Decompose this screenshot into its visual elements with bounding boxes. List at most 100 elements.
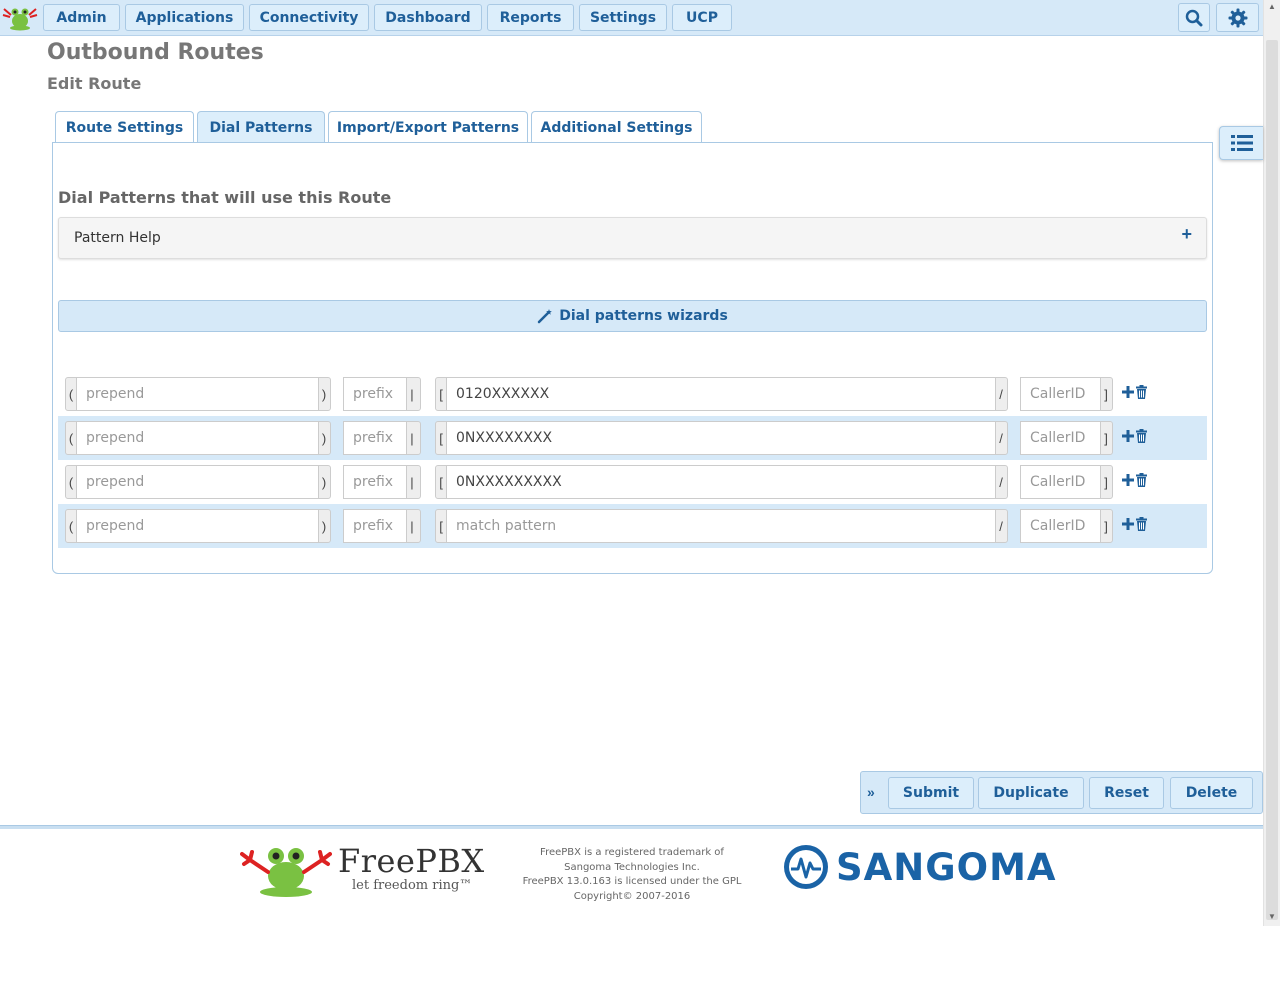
match-pattern-input[interactable] [446,377,996,411]
open-paren: ( [68,518,74,534]
nav-applications[interactable]: Applications [125,4,244,31]
scroll-up-arrow-icon[interactable]: ▲ [1268,2,1276,11]
prepend-input[interactable] [76,509,319,543]
callerid-input[interactable] [1020,509,1101,543]
callerid-group: ] [1020,465,1113,499]
freepbx-frog-logo-icon[interactable] [2,3,38,31]
callerid-input[interactable] [1020,465,1101,499]
prefix-input[interactable] [343,509,407,543]
add-row-plus-icon[interactable] [1122,429,1134,443]
nav-reports[interactable]: Reports [487,4,574,31]
match-pattern-group: [ / [435,509,1008,543]
freepbx-logo[interactable]: FreePBX let freedom ring™ [240,842,484,898]
open-paren: ( [68,474,74,490]
match-pattern-input[interactable] [446,465,996,499]
pattern-row: ( ) | [ / ] [58,416,1207,460]
vertical-scrollbar[interactable]: ▲ ▼ [1263,0,1280,926]
prepend-group: ( ) [65,377,331,411]
close-bracket: ] [1104,518,1108,534]
close-bracket: ] [1104,386,1108,402]
settings-button[interactable] [1216,3,1259,32]
footer-line-3: FreePBX 13.0.163 is licensed under the G… [522,876,742,887]
slash-separator: / [999,518,1003,534]
wizard-label: Dial patterns wizards [559,308,728,324]
expand-plus-icon[interactable]: + [1181,224,1192,245]
pattern-help-box[interactable]: Pattern Help + [58,217,1207,259]
add-row-plus-icon[interactable] [1122,385,1134,399]
freepbx-frog-icon [240,848,332,897]
freepbx-tagline: let freedom ring™ [352,878,473,893]
scroll-thumb[interactable] [1266,40,1278,920]
add-row-plus-icon[interactable] [1122,473,1134,487]
pipe-separator: | [410,518,414,534]
prepend-input[interactable] [76,465,319,499]
footer-legal-text: FreePBX is a registered trademark of San… [520,846,744,904]
prefix-input[interactable] [343,465,407,499]
prefix-group: | [343,377,421,411]
prefix-input[interactable] [343,377,407,411]
delete-row-trash-icon[interactable] [1136,385,1147,399]
reset-button[interactable]: Reset [1089,777,1164,809]
delete-row-trash-icon[interactable] [1136,429,1147,443]
footer-line-2: Sangoma Technologies Inc. [564,861,700,873]
open-bracket: [ [439,474,443,490]
nav-connectivity[interactable]: Connectivity [249,4,369,31]
row-actions [1122,385,1147,399]
nav-admin[interactable]: Admin [43,4,120,31]
submit-button[interactable]: Submit [888,777,974,809]
nav-ucp[interactable]: UCP [672,4,732,31]
delete-row-trash-icon[interactable] [1136,517,1147,531]
prefix-group: | [343,465,421,499]
sangoma-wordmark: SANGOMA [836,846,1057,889]
row-actions [1122,517,1147,531]
pattern-row: ( ) | [ / ] [58,460,1207,504]
search-button[interactable] [1178,3,1210,32]
delete-row-trash-icon[interactable] [1136,473,1147,487]
sangoma-logo[interactable]: SANGOMA [782,843,1092,891]
nav-dashboard[interactable]: Dashboard [374,4,482,31]
footer-line-1: FreePBX is a registered trademark of [540,847,724,858]
prepend-group: ( ) [65,509,331,543]
prefix-group: | [343,509,421,543]
prefix-input[interactable] [343,421,407,455]
open-bracket: [ [439,386,443,402]
slash-separator: / [999,474,1003,490]
pattern-row: ( ) | [ / ] [58,504,1207,548]
sangoma-globe-icon [784,845,828,889]
open-paren: ( [68,386,74,402]
callerid-input[interactable] [1020,377,1101,411]
freepbx-wordmark: FreePBX [338,842,485,880]
callerid-input[interactable] [1020,421,1101,455]
pipe-separator: | [410,474,414,490]
magic-wand-icon [537,309,553,324]
close-paren: ) [321,474,327,490]
close-paren: ) [321,518,327,534]
duplicate-button[interactable]: Duplicate [978,777,1084,809]
top-navbar: Admin Applications Connectivity Dashboar… [0,0,1263,36]
footer-divider [0,825,1263,829]
delete-button[interactable]: Delete [1170,777,1253,809]
tab-additional-settings[interactable]: Additional Settings [531,111,702,143]
prepend-group: ( ) [65,421,331,455]
tab-import-export-patterns[interactable]: Import/Export Patterns [328,111,528,143]
scroll-down-arrow-icon[interactable]: ▼ [1268,912,1276,921]
prepend-input[interactable] [76,421,319,455]
gear-icon [1228,8,1247,27]
prepend-input[interactable] [76,377,319,411]
match-pattern-input[interactable] [446,421,996,455]
open-paren: ( [68,430,74,446]
dial-patterns-wizard-button[interactable]: Dial patterns wizards [58,300,1207,332]
nav-settings[interactable]: Settings [579,4,667,31]
match-pattern-group: [ / [435,465,1008,499]
match-pattern-group: [ / [435,377,1008,411]
callerid-group: ] [1020,421,1113,455]
action-bar: » Submit Duplicate Reset Delete [860,771,1263,814]
collapse-arrow-icon[interactable]: » [867,784,875,800]
slash-separator: / [999,386,1003,402]
tab-dial-patterns[interactable]: Dial Patterns [197,111,325,144]
tab-route-settings[interactable]: Route Settings [55,111,194,143]
sidebar-toggle-button[interactable] [1219,126,1263,160]
row-actions [1122,429,1147,443]
add-row-plus-icon[interactable] [1122,517,1134,531]
match-pattern-input[interactable] [446,509,996,543]
